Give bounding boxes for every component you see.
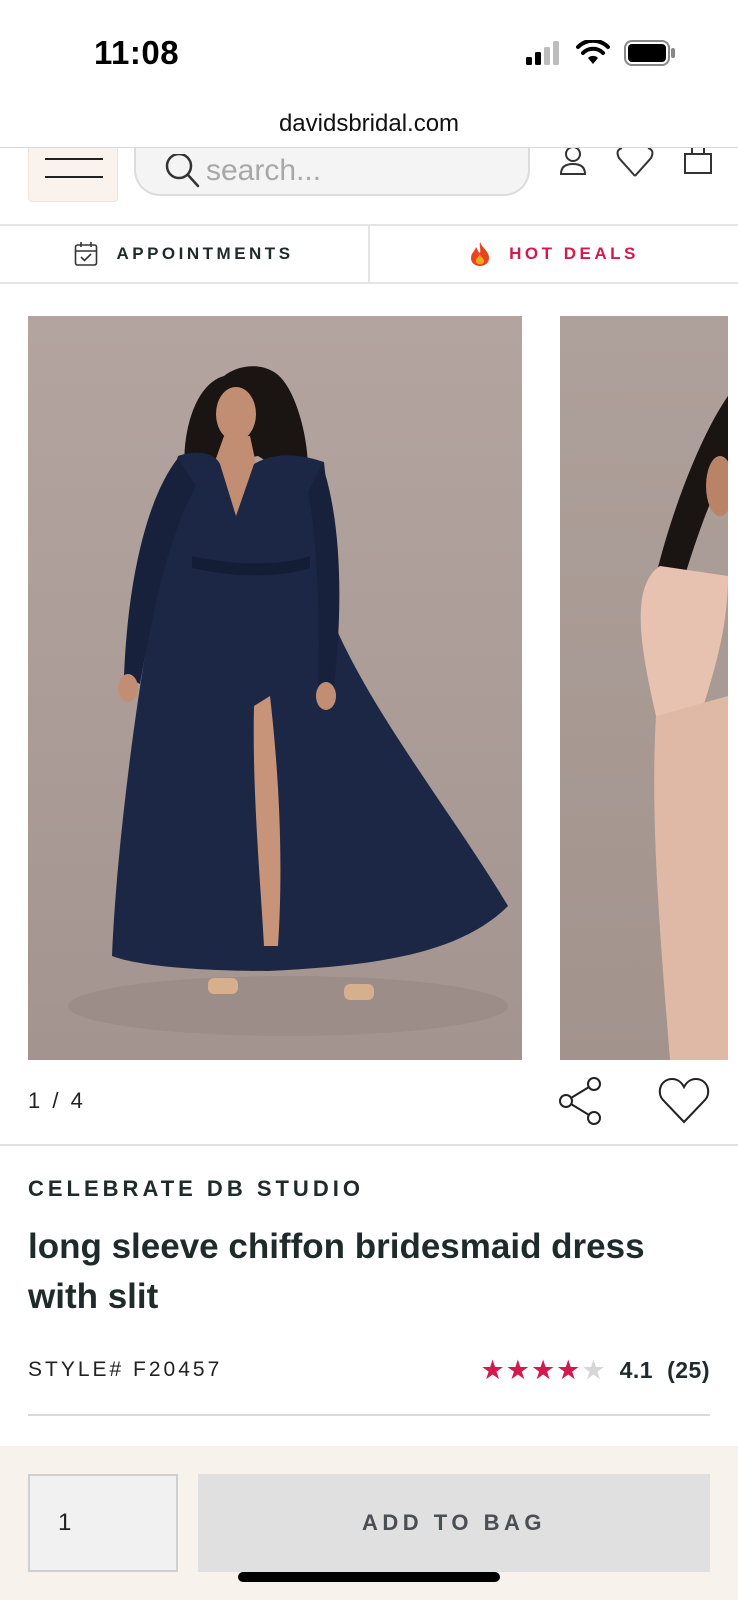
product-gallery[interactable] — [0, 316, 738, 1060]
status-time: 11:08 — [94, 34, 180, 71]
site-header — [0, 148, 738, 226]
appointments-link[interactable]: APPOINTMENTS — [0, 226, 370, 282]
browser-url: davidsbridal.com — [278, 109, 460, 137]
rating-stars: ★ ★ ★ ★ ★ — [480, 1354, 606, 1385]
star-icon: ★ — [556, 1354, 581, 1385]
search-input[interactable] — [206, 154, 506, 188]
header-icons — [558, 148, 714, 178]
battery-icon — [624, 40, 675, 66]
browser-url-bar[interactable]: davidsbridal.com — [0, 100, 738, 148]
style-row: STYLE# F20457 ★ ★ ★ ★ ★ 4.1 (25) — [28, 1350, 710, 1390]
search-box[interactable] — [134, 148, 530, 196]
heart-icon — [658, 1077, 710, 1124]
dress-photo-main — [68, 366, 508, 1036]
menu-button[interactable] — [28, 148, 118, 202]
rating-value: 4.1 — [619, 1356, 654, 1383]
image-counter: 1 / 4 — [28, 1088, 86, 1113]
star-empty-icon: ★ — [581, 1354, 606, 1385]
hot-deals-label: HOT DEALS — [509, 244, 639, 263]
calendar-icon — [75, 242, 98, 266]
quick-links: APPOINTMENTS HOT DEALS — [0, 226, 738, 284]
wishlist-icon[interactable] — [616, 148, 654, 178]
account-icon[interactable] — [558, 148, 588, 176]
star-icon: ★ — [505, 1354, 530, 1385]
share-button[interactable] — [556, 1076, 606, 1126]
add-to-bag-button[interactable]: ADD TO BAG — [198, 1474, 710, 1572]
product-title: long sleeve chiffon bridesmaid dress wit… — [28, 1227, 645, 1316]
product-image-next[interactable] — [560, 316, 728, 1060]
favorite-button[interactable] — [658, 1076, 710, 1126]
appointments-label: APPOINTMENTS — [116, 244, 294, 263]
review-count[interactable]: (25) — [667, 1357, 710, 1384]
status-icons — [526, 40, 676, 66]
product-image-main[interactable] — [28, 316, 522, 1060]
fire-icon — [471, 242, 490, 266]
product-rating[interactable]: ★ ★ ★ ★ ★ 4.1 (25) — [480, 1354, 710, 1385]
style-number: STYLE# F20457 — [28, 1358, 223, 1381]
wifi-icon — [576, 40, 610, 64]
brand-name[interactable]: CELEBRATE DB STUDIO — [28, 1176, 364, 1202]
dress-photo-next — [640, 396, 728, 1060]
status-bar: 11:08 — [0, 0, 738, 100]
signal-icon — [526, 41, 559, 65]
home-indicator — [238, 1572, 500, 1582]
hot-deals-link[interactable]: HOT DEALS — [370, 226, 738, 282]
quantity-input[interactable] — [28, 1474, 178, 1572]
share-icon — [559, 1077, 601, 1125]
star-icon: ★ — [480, 1354, 505, 1385]
star-icon: ★ — [530, 1354, 556, 1385]
gallery-meta: 1 / 4 — [0, 1060, 738, 1146]
search-icon — [165, 154, 200, 188]
bag-icon[interactable] — [682, 148, 714, 174]
divider — [28, 1414, 710, 1416]
